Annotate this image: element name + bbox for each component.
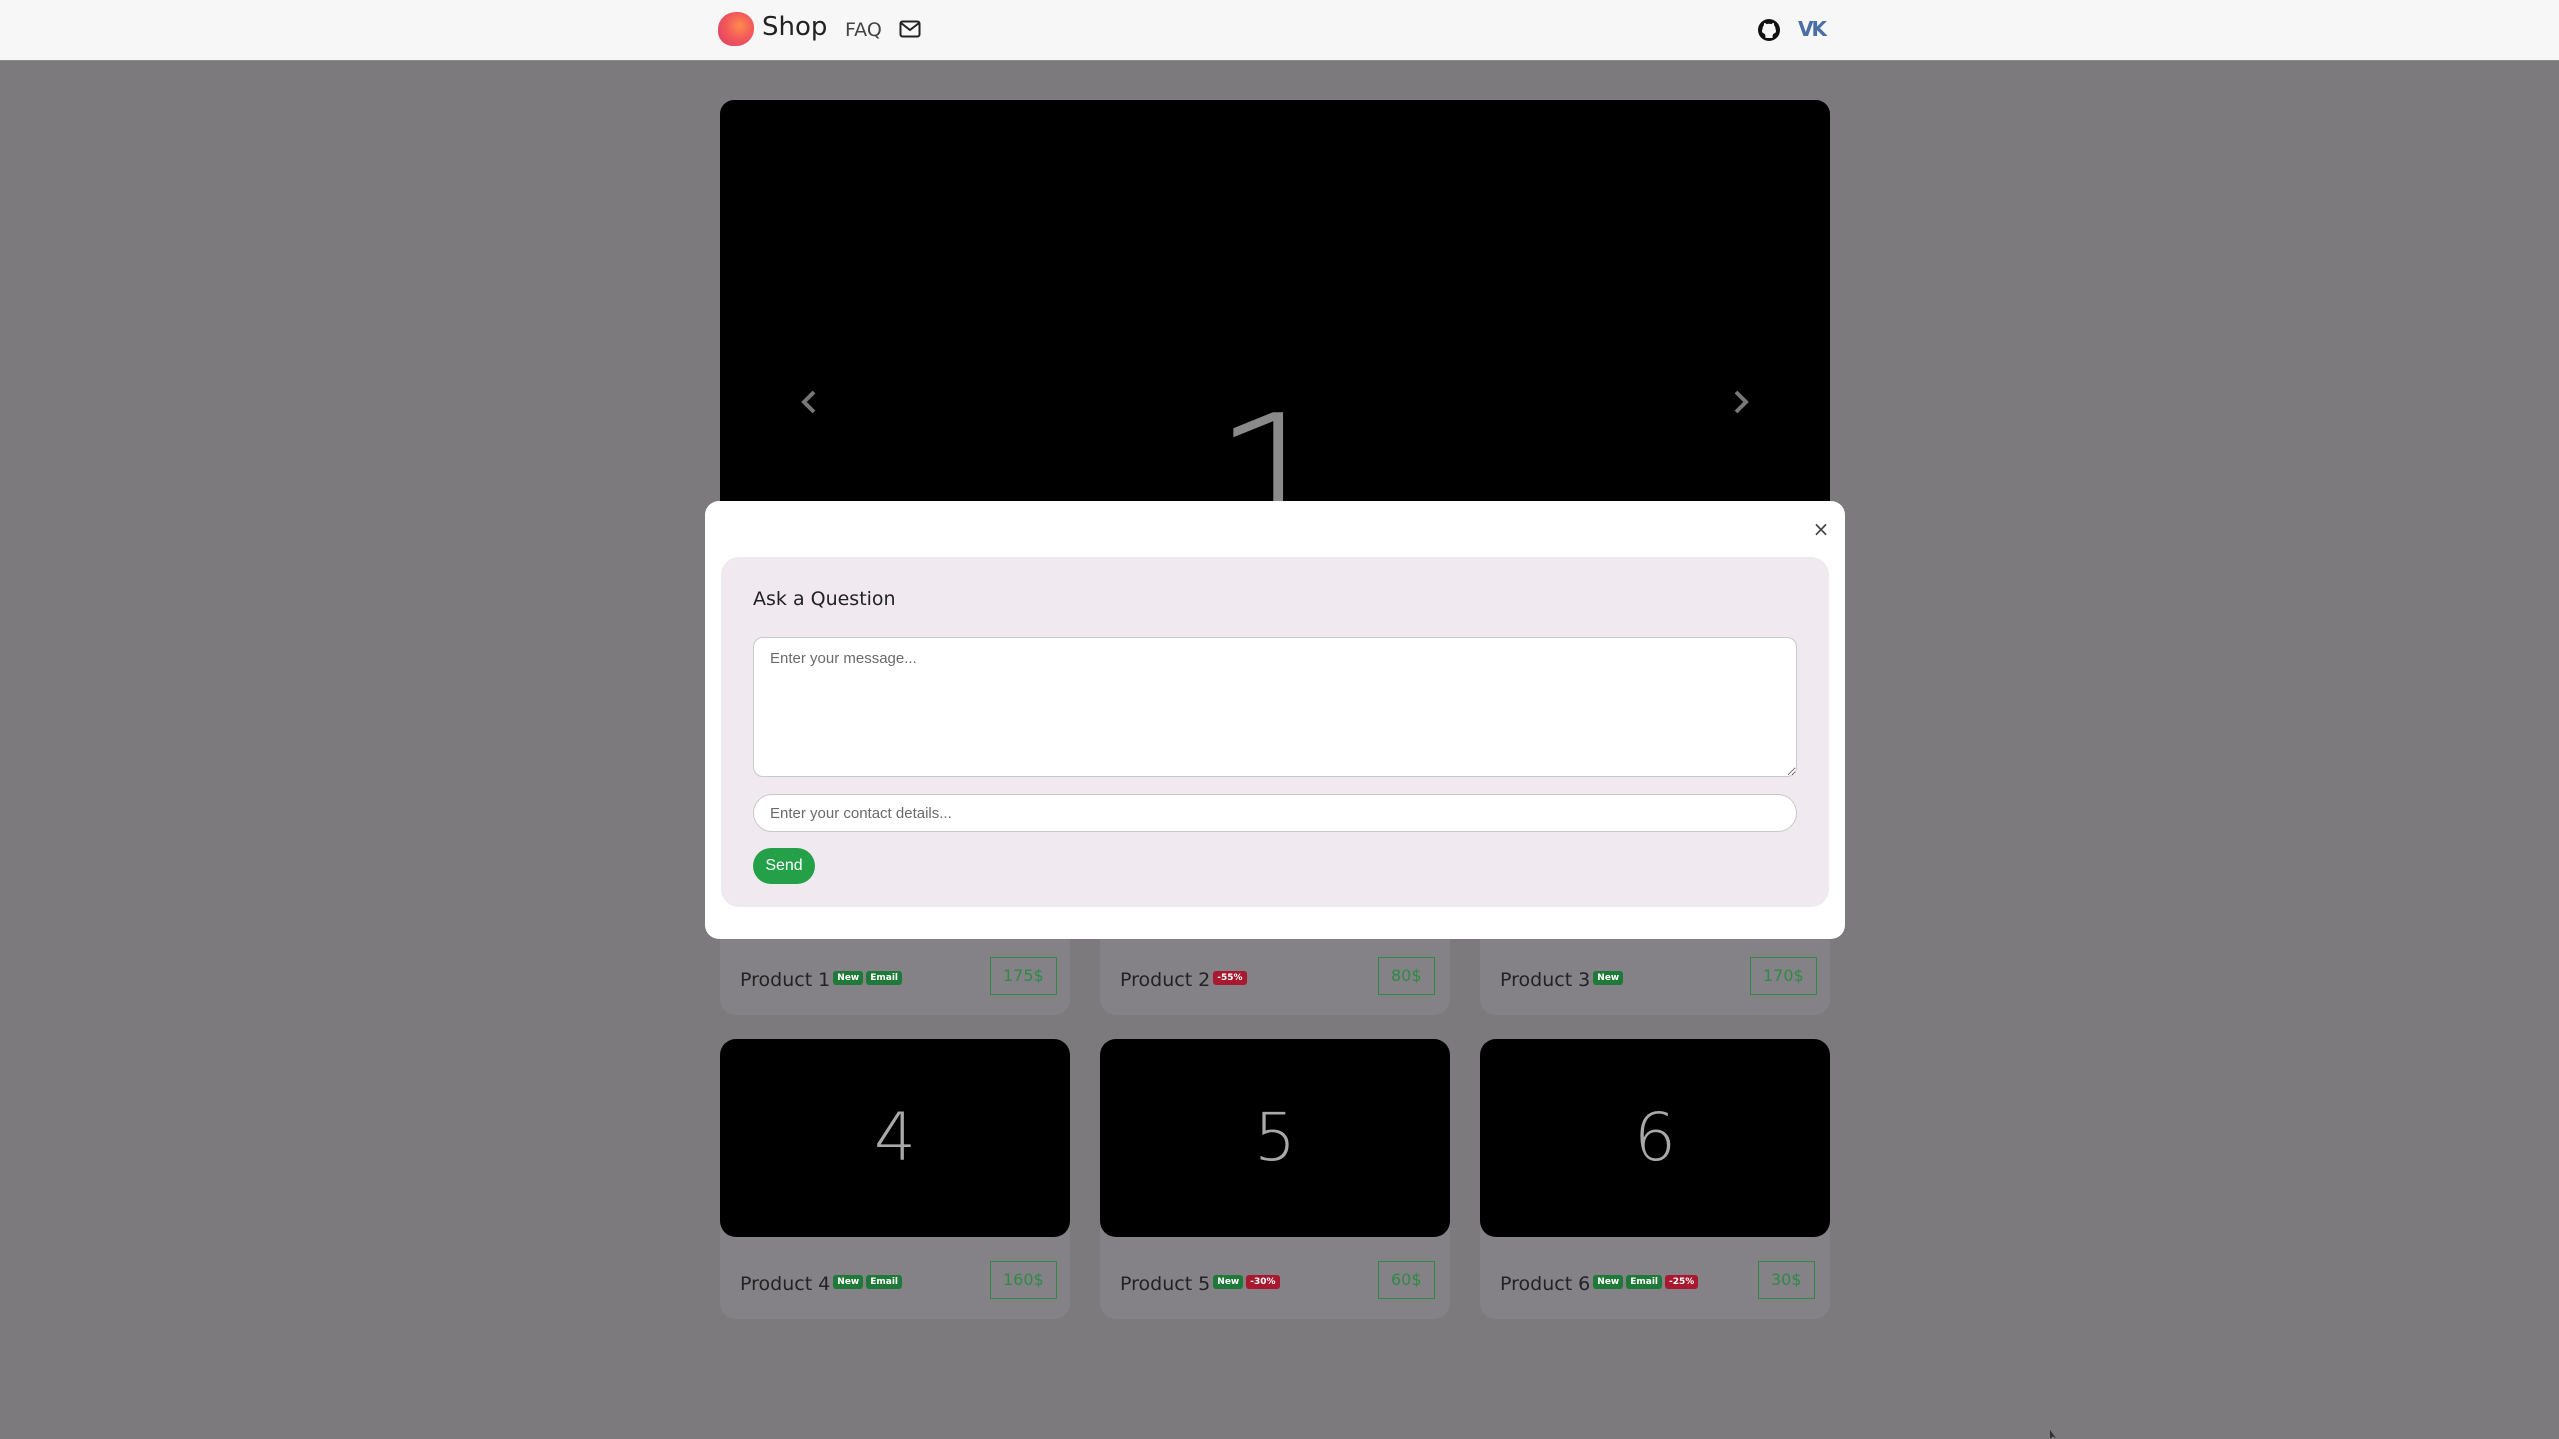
product-name: Product 4 New Email — [740, 1273, 903, 1295]
badge-discount: -30% — [1246, 1275, 1280, 1289]
chevron-right-icon[interactable] — [1720, 382, 1760, 422]
product-name-text: Product 2 — [1120, 969, 1211, 991]
product-card-5[interactable]: 5 Product 5 New -30% 60$ — [1100, 1039, 1450, 1319]
product-name: Product 3 New — [1500, 969, 1624, 991]
mouse-cursor-icon — [2050, 1430, 2056, 1439]
modal-title: Ask a Question — [753, 588, 896, 610]
navbar: Shop FAQ VK — [0, 0, 2559, 61]
vk-icon[interactable]: VK — [1798, 17, 1827, 41]
product-name-text: Product 6 — [1500, 1273, 1591, 1295]
product-card-4[interactable]: 4 Product 4 New Email 160$ — [720, 1039, 1070, 1319]
product-card-6[interactable]: 6 Product 6 New Email -25% 30$ — [1480, 1039, 1830, 1319]
badge-email: Email — [866, 1275, 903, 1289]
github-icon[interactable] — [1757, 18, 1781, 42]
badge-email: Email — [866, 971, 903, 985]
question-form: Ask a Question Send — [721, 557, 1829, 907]
badge-new: New — [1593, 1275, 1624, 1289]
product-image[interactable]: 5 — [1100, 1039, 1450, 1237]
product-name: Product 6 New Email -25% — [1500, 1273, 1699, 1295]
product-name-text: Product 3 — [1500, 969, 1591, 991]
product-image-label: 6 — [1634, 1099, 1676, 1176]
price-tag[interactable]: 170$ — [1750, 957, 1817, 995]
chevron-left-icon[interactable] — [790, 382, 830, 422]
price-tag[interactable]: 30$ — [1758, 1261, 1815, 1299]
price-tag[interactable]: 175$ — [990, 957, 1057, 995]
product-image-label: 4 — [874, 1099, 916, 1176]
ask-question-modal: × Ask a Question Send — [705, 501, 1845, 939]
badge-new: New — [833, 971, 864, 985]
product-name: Product 2 -55% — [1120, 969, 1247, 991]
product-image-label: 5 — [1254, 1099, 1296, 1176]
badge-new: New — [833, 1275, 864, 1289]
mail-icon[interactable] — [899, 19, 921, 39]
price-tag[interactable]: 80$ — [1378, 957, 1435, 995]
brand-name[interactable]: Shop — [762, 12, 827, 42]
price-tag[interactable]: 60$ — [1378, 1261, 1435, 1299]
product-image[interactable]: 6 — [1480, 1039, 1830, 1237]
logo-icon[interactable] — [718, 12, 754, 46]
navbar-container: Shop FAQ VK — [718, 0, 1830, 61]
price-tag[interactable]: 160$ — [990, 1261, 1057, 1299]
product-name: Product 1 New Email — [740, 969, 903, 991]
badge-new: New — [1593, 971, 1624, 985]
product-name: Product 5 New -30% — [1120, 1273, 1280, 1295]
hero-carousel: 1 — [720, 100, 1830, 560]
product-name-text: Product 4 — [740, 1273, 831, 1295]
badge-discount: -55% — [1213, 971, 1247, 985]
product-name-text: Product 1 — [740, 969, 831, 991]
product-name-text: Product 5 — [1120, 1273, 1211, 1295]
product-image[interactable]: 4 — [720, 1039, 1070, 1237]
badge-discount: -25% — [1665, 1275, 1699, 1289]
message-input[interactable] — [753, 637, 1797, 777]
nav-faq-link[interactable]: FAQ — [845, 19, 882, 41]
badge-new: New — [1213, 1275, 1244, 1289]
close-icon[interactable]: × — [1811, 519, 1831, 539]
badge-email: Email — [1626, 1275, 1663, 1289]
send-button[interactable]: Send — [753, 848, 815, 884]
contact-input[interactable] — [753, 794, 1797, 832]
